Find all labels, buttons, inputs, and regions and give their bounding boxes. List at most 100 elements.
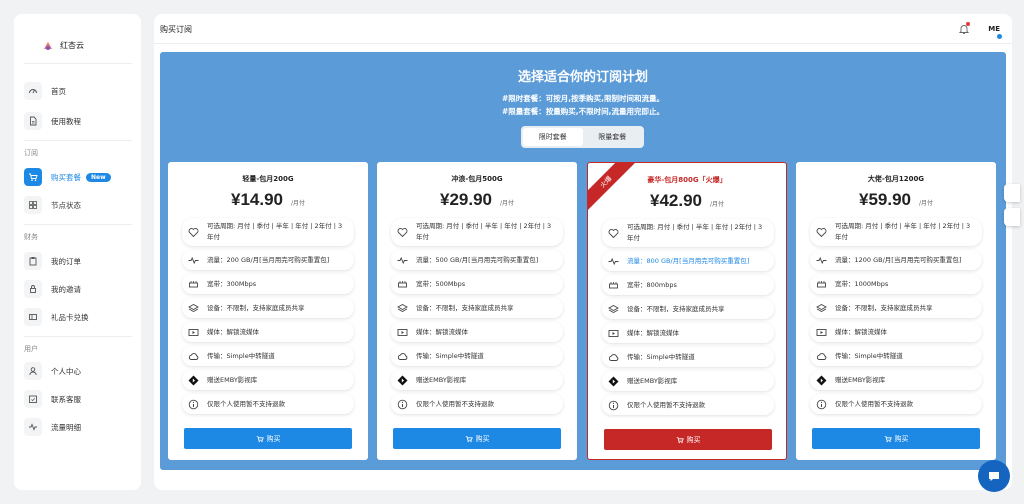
feature-item: 传输：Simple中转隧道: [602, 347, 774, 367]
plan-name: 冲浪-包月500G: [451, 175, 503, 183]
sidebar-item-label: 礼品卡兑换: [51, 312, 89, 322]
buy-button[interactable]: 购买: [604, 429, 772, 450]
sidebar-item-profile[interactable]: 个人中心: [24, 360, 132, 382]
feature-text: 宽带：500Mbps: [416, 279, 466, 288]
feature-text: 可选周期: 月付 | 季付 | 半年 | 年付 | 2年付 | 3年付: [416, 222, 552, 241]
side-tool-button[interactable]: [1004, 184, 1020, 202]
brand-name: 红杏云: [60, 41, 84, 50]
headline: 选择适合你的订阅计划: [517, 70, 648, 85]
topbar: 购买订阅 ME: [154, 14, 1012, 44]
emby-icon: [188, 375, 199, 386]
feature-item: 设备：不限制，支持家庭成员共享: [602, 299, 774, 319]
feature-list: 可选周期: 月付 | 季付 | 半年 | 年付 | 2年付 | 3年付 流量：5…: [391, 218, 563, 418]
feature-item: 可选周期: 月付 | 季付 | 半年 | 年付 | 2年付 | 3年付: [602, 219, 774, 247]
feature-item: 传输：Simple中转隧道: [182, 346, 354, 366]
heart-icon: [608, 228, 619, 239]
cart-icon: [24, 168, 42, 186]
clipboard-icon: [24, 252, 42, 270]
router-icon: [816, 279, 827, 290]
chat-button[interactable]: [978, 460, 1010, 492]
sidebar-item-label: 节点状态: [51, 200, 81, 210]
cloud-download-icon: [397, 351, 408, 362]
main-content: 购买订阅 ME 选择适合你的订阅计划 #限时套餐：可按月,按季购买,限制时间和流…: [154, 14, 1012, 490]
activity-icon: [397, 255, 408, 266]
feature-text: 设备：不限制，支持家庭成员共享: [835, 303, 933, 312]
feature-item: 赠送EMBY影视库: [182, 370, 354, 390]
sidebar-item-label: 使用教程: [51, 116, 81, 126]
feature-text: 流量：500 GB/月[当月用完可购买重置包]: [416, 255, 539, 264]
sidebar-item-home[interactable]: 首页: [24, 80, 132, 102]
divider: [24, 140, 132, 141]
cart-icon: [465, 435, 473, 442]
plan-name: 豪华-包月800G「火爆」: [647, 176, 727, 184]
feature-item: 传输：Simple中转隧道: [810, 346, 982, 366]
price-row: ¥14.90 /月付: [168, 190, 368, 210]
sidebar-item-tutorial[interactable]: 使用教程: [24, 110, 132, 132]
sidebar-item-support[interactable]: 联系客服: [24, 388, 132, 410]
billing-period: /月付: [290, 200, 306, 207]
plan-price: ¥29.90: [439, 190, 492, 209]
side-tool-button[interactable]: [1004, 208, 1020, 226]
feature-text: 可选周期: 月付 | 季付 | 半年 | 年付 | 2年付 | 3年付: [835, 222, 971, 241]
plan-price: ¥42.90: [649, 191, 702, 210]
feature-item: 流量：500 GB/月[当月用完可购买重置包]: [391, 250, 563, 270]
price-row: ¥29.90 /月付: [377, 190, 577, 210]
plan-card: 轻量-包月200G ¥14.90 /月付 可选周期: 月付 | 季付 | 半年 …: [168, 162, 368, 460]
tab-limited-traffic[interactable]: 限量套餐: [583, 128, 643, 146]
sidebar-item-label: 联系客服: [51, 394, 81, 404]
brand[interactable]: 红杏云: [24, 28, 132, 64]
tab-limited-time[interactable]: 限时套餐: [523, 128, 583, 146]
buy-label: 购买: [266, 434, 281, 443]
info-icon: [188, 399, 199, 410]
feature-item: 媒体：解锁流媒体: [182, 322, 354, 342]
online-dot: [997, 34, 1002, 39]
buy-button[interactable]: 购买: [393, 428, 561, 449]
subtitle-limited-traffic: #限量套餐：按量购买,不限时间,流量用完即止。: [502, 107, 664, 116]
router-icon: [608, 280, 619, 291]
video-icon: [397, 327, 408, 338]
buy-button[interactable]: 购买: [184, 428, 352, 449]
logo-icon: [44, 41, 52, 50]
feature-item: 宽带：1000Mbps: [810, 274, 982, 294]
sidebar-item-node-status[interactable]: 节点状态: [24, 194, 132, 216]
feature-text: 赠送EMBY影视库: [835, 375, 886, 384]
feature-item: 流量：800 GB/月[当月用完可购买重置包]: [602, 251, 774, 271]
sidebar-item-invite[interactable]: 我的邀请: [24, 278, 132, 300]
sidebar-item-gift-card[interactable]: 礼品卡兑换: [24, 306, 132, 328]
sidebar-item-orders[interactable]: 我的订单: [24, 250, 132, 272]
feature-item: 仅限个人使用暂不支持退款: [810, 394, 982, 414]
plan-name: 轻量-包月200G: [242, 175, 294, 183]
feature-text: 媒体：解锁流媒体: [627, 328, 679, 337]
feature-text: 宽带：800mbps: [627, 280, 677, 289]
heart-icon: [397, 227, 408, 238]
buy-button[interactable]: 购买: [812, 428, 980, 449]
feature-item: 流量：200 GB/月[当月用完可购买重置包]: [182, 250, 354, 270]
feature-item: 赠送EMBY影视库: [391, 370, 563, 390]
feature-text: 设备：不限制，支持家庭成员共享: [627, 304, 725, 313]
feature-text: 媒体：解锁流媒体: [835, 327, 887, 336]
info-icon: [608, 400, 619, 411]
divider: [24, 224, 132, 225]
feature-text: 流量：800 GB/月[当月用完可购买重置包]: [627, 256, 750, 265]
feature-item: 仅限个人使用暂不支持退款: [391, 394, 563, 414]
router-icon: [188, 279, 199, 290]
feature-text: 设备：不限制，支持家庭成员共享: [207, 303, 305, 312]
new-badge: New: [86, 172, 111, 182]
avatar[interactable]: ME: [988, 25, 1000, 33]
card-icon: [24, 308, 42, 326]
plan-type-tabs: 限时套餐 限量套餐: [521, 126, 644, 148]
plan-price: ¥59.90: [858, 190, 911, 209]
layers-icon: [816, 303, 827, 314]
feature-item: 赠送EMBY影视库: [602, 371, 774, 391]
cart-icon: [256, 435, 264, 442]
feature-text: 宽带：300Mbps: [207, 279, 257, 288]
sidebar-item-label: 个人中心: [51, 366, 81, 376]
sidebar-item-buy-plan[interactable]: 购买套餐 New: [24, 166, 132, 188]
plan-price: ¥14.90: [230, 190, 283, 209]
feature-item: 宽带：800mbps: [602, 275, 774, 295]
feature-text: 仅限个人使用暂不支持退款: [835, 399, 913, 408]
sidebar-item-traffic[interactable]: 流量明细: [24, 416, 132, 438]
feature-text: 流量：1200 GB/月[当月用完可购买重置包]: [835, 255, 962, 264]
calendar-icon: [24, 390, 42, 408]
feature-text: 传输：Simple中转隧道: [627, 352, 695, 361]
